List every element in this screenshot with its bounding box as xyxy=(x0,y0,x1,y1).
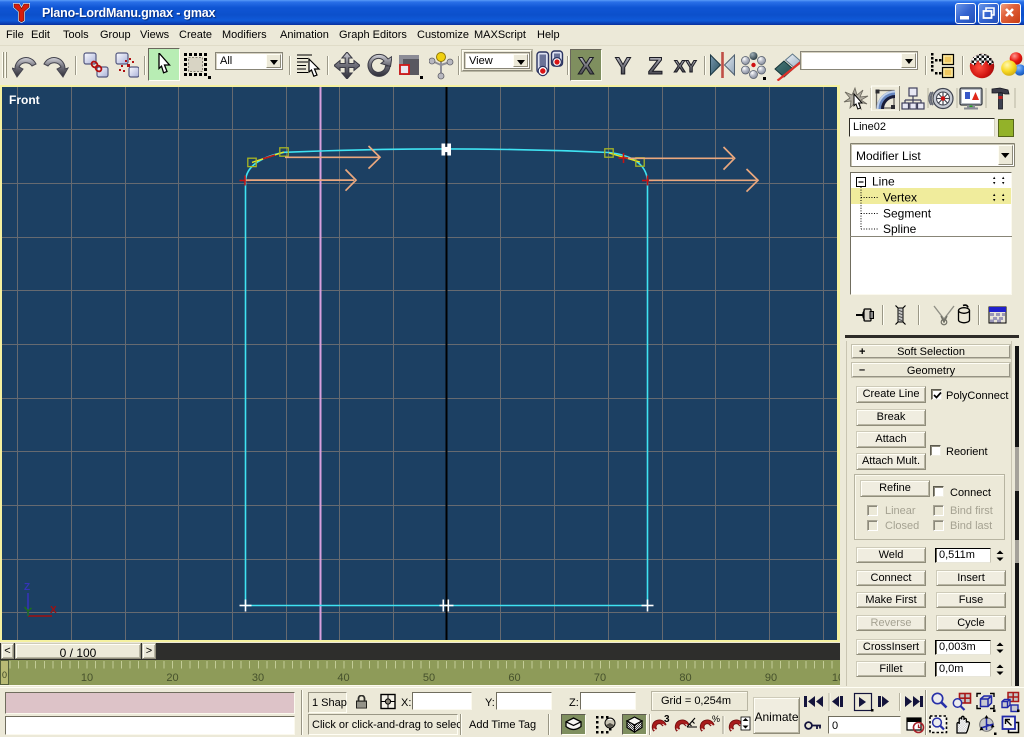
svg-text:50: 50 xyxy=(423,672,435,684)
svg-text:90: 90 xyxy=(765,672,777,684)
svg-text:40: 40 xyxy=(337,672,349,684)
svg-text:Vertex: Vertex xyxy=(883,191,917,205)
svg-text:Y: Y xyxy=(615,53,631,80)
svg-text:Line: Line xyxy=(872,175,895,189)
svg-text:10: 10 xyxy=(81,672,93,684)
svg-text:Z: Z xyxy=(24,582,30,593)
svg-text:Spline: Spline xyxy=(883,222,917,236)
svg-text:10: 10 xyxy=(832,672,840,684)
svg-text:3: 3 xyxy=(664,714,670,725)
svg-text:Z: Z xyxy=(648,53,663,80)
svg-text:X: X xyxy=(50,605,57,616)
svg-text:20: 20 xyxy=(166,672,178,684)
svg-text:X: X xyxy=(578,53,594,80)
svg-text:XY: XY xyxy=(674,57,697,76)
svg-text:Segment: Segment xyxy=(883,207,932,221)
svg-text:80: 80 xyxy=(679,672,691,684)
svg-text:70: 70 xyxy=(594,672,606,684)
svg-text:0: 0 xyxy=(2,670,7,680)
svg-text:%: % xyxy=(712,714,720,724)
svg-text:30: 30 xyxy=(252,672,264,684)
svg-text:Front: Front xyxy=(9,93,40,107)
svg-text:60: 60 xyxy=(508,672,520,684)
